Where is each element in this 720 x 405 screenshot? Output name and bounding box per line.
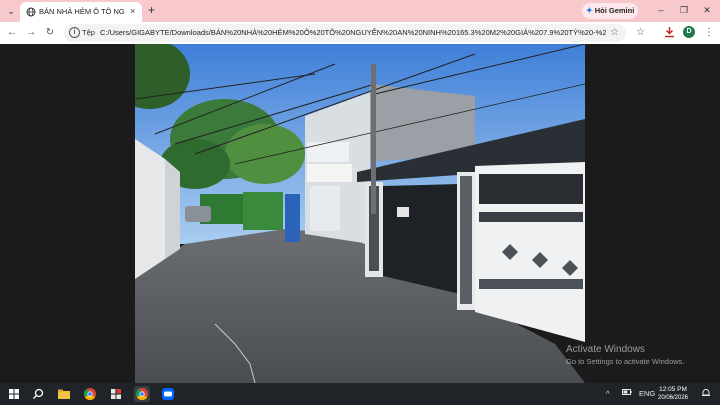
- forward-button[interactable]: →: [24, 26, 38, 40]
- tab-strip: ⌄ BÁN NHÀ HẺM Ô TÔ NGUYỄN × + ✦Hỏi Gemin…: [0, 0, 720, 22]
- app-grid-icon[interactable]: [108, 386, 124, 402]
- ask-gemini-button[interactable]: ✦ Hỏi Gemini: [582, 3, 638, 19]
- gemini-sparkle-icon: ✦: [586, 6, 593, 15]
- zalo-icon[interactable]: [160, 386, 176, 402]
- profile-avatar[interactable]: D: [683, 26, 695, 38]
- notification-bell-icon[interactable]: [701, 388, 711, 402]
- reload-button[interactable]: ↻: [43, 26, 57, 40]
- close-window-button[interactable]: ✕: [700, 3, 714, 17]
- chrome-active-icon[interactable]: [134, 386, 150, 402]
- tray-chevron-icon[interactable]: ^: [606, 388, 610, 400]
- back-button[interactable]: ←: [5, 26, 19, 40]
- browser-toolbar: ← → ↻ i Tệp C:/Users/GIGABYTE/Downloads/…: [0, 22, 720, 44]
- chrome-icon[interactable]: [82, 386, 98, 402]
- globe-icon: [26, 7, 36, 17]
- tab-search-icon[interactable]: ⌄: [4, 4, 18, 18]
- tab-close-icon[interactable]: ×: [130, 6, 135, 17]
- activate-windows-subtitle: Go to Settings to activate Windows.: [566, 357, 685, 366]
- file-explorer-icon[interactable]: [56, 386, 72, 402]
- clock-time: 12:05 PM: [659, 386, 687, 393]
- address-bar[interactable]: i Tệp C:/Users/GIGABYTE/Downloads/BÁN%20…: [64, 24, 626, 42]
- image-viewer: [0, 44, 720, 383]
- url-text[interactable]: C:/Users/GIGABYTE/Downloads/BÁN%20NHÀ%20…: [100, 27, 606, 39]
- maximize-button[interactable]: ❐: [677, 3, 691, 17]
- activate-windows-title: Activate Windows: [566, 344, 645, 355]
- taskbar: ^ ENG 12:05 PM 20/06/2026: [0, 383, 720, 405]
- minimize-button[interactable]: –: [654, 3, 668, 17]
- search-icon[interactable]: [30, 386, 46, 402]
- file-chip: Tệp: [82, 28, 95, 37]
- clock-date: 20/06/2026: [657, 395, 689, 401]
- gemini-label: Hỏi Gemini: [594, 6, 635, 15]
- menu-icon[interactable]: ⋮: [704, 26, 714, 40]
- taskbar-clock[interactable]: 12:05 PM 20/06/2026: [656, 385, 690, 403]
- new-tab-button[interactable]: +: [148, 3, 155, 17]
- street-photo: [135, 44, 585, 383]
- windows-start-icon[interactable]: [6, 386, 22, 402]
- bookmark-star-icon[interactable]: ☆: [610, 25, 619, 40]
- extensions-icon[interactable]: ☆: [636, 26, 645, 40]
- tab-active[interactable]: BÁN NHÀ HẺM Ô TÔ NGUYỄN ×: [20, 2, 142, 22]
- battery-icon[interactable]: [622, 388, 632, 400]
- download-icon[interactable]: [664, 26, 675, 43]
- tab-title: BÁN NHÀ HẺM Ô TÔ NGUYỄN: [39, 7, 125, 16]
- language-indicator[interactable]: ENG: [639, 388, 655, 400]
- site-info-icon[interactable]: i: [69, 27, 80, 38]
